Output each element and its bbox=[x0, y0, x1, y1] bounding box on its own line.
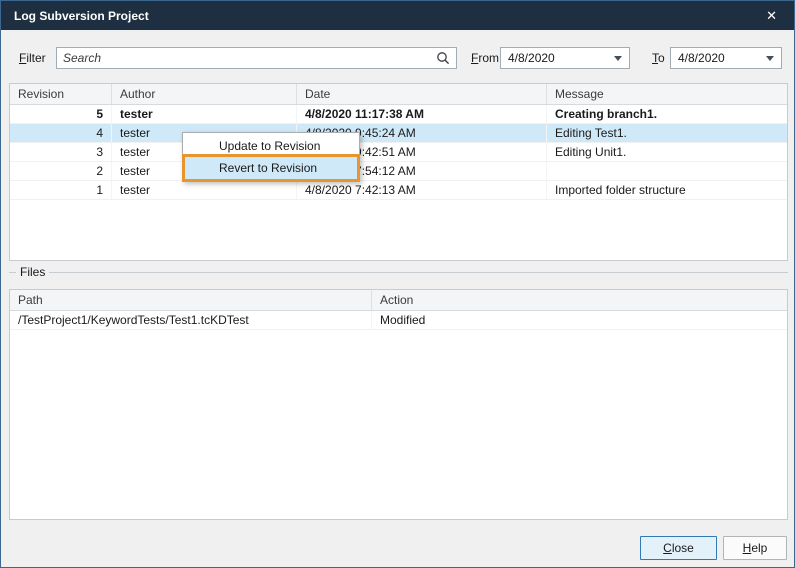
cell-message: Imported folder structure bbox=[547, 181, 787, 199]
filter-label: Filter bbox=[19, 47, 46, 69]
to-date-value: 4/8/2020 bbox=[678, 51, 766, 65]
cell-date: 4/8/2020 11:17:38 AM bbox=[297, 105, 547, 123]
cell-author: tester bbox=[112, 181, 297, 199]
from-date-value: 4/8/2020 bbox=[508, 51, 614, 65]
dropdown-arrow-icon bbox=[614, 56, 622, 61]
from-date-dropdown[interactable]: 4/8/2020 bbox=[500, 47, 630, 69]
column-header-message[interactable]: Message bbox=[547, 84, 787, 104]
cell-revision: 1 bbox=[10, 181, 112, 199]
log-subversion-dialog: Log Subversion Project ✕ Filter From 4/8… bbox=[0, 0, 795, 568]
to-date-dropdown[interactable]: 4/8/2020 bbox=[670, 47, 782, 69]
close-button[interactable]: Close bbox=[640, 536, 717, 560]
help-button[interactable]: Help bbox=[723, 536, 787, 560]
cell-message: Editing Test1. bbox=[547, 124, 787, 142]
search-box[interactable] bbox=[56, 47, 457, 69]
search-icon[interactable] bbox=[436, 51, 450, 65]
files-table-header: Path Action bbox=[10, 290, 787, 311]
menu-item-update-to-revision[interactable]: Update to Revision bbox=[185, 135, 357, 157]
window-title: Log Subversion Project bbox=[14, 9, 762, 23]
cell-revision: 3 bbox=[10, 143, 112, 161]
table-row[interactable]: 5 tester 4/8/2020 11:17:38 AM Creating b… bbox=[10, 105, 787, 124]
titlebar[interactable]: Log Subversion Project ✕ bbox=[1, 1, 794, 30]
cell-action: Modified bbox=[372, 311, 787, 329]
files-group-label: Files bbox=[16, 265, 49, 279]
files-groupbox-line bbox=[9, 272, 788, 273]
close-button-label: Close bbox=[663, 538, 694, 559]
revision-table-header: Revision Author Date Message bbox=[10, 84, 787, 105]
cell-message: Creating branch1. bbox=[547, 105, 787, 123]
cell-message: Editing Unit1. bbox=[547, 143, 787, 161]
close-icon[interactable]: ✕ bbox=[762, 7, 781, 25]
files-table: Path Action /TestProject1/KeywordTests/T… bbox=[9, 289, 788, 520]
help-button-label: Help bbox=[743, 538, 768, 559]
revision-table: Revision Author Date Message 5 tester 4/… bbox=[9, 83, 788, 261]
from-label: From bbox=[471, 47, 499, 69]
cell-revision: 2 bbox=[10, 162, 112, 180]
column-header-author[interactable]: Author bbox=[112, 84, 297, 104]
column-header-revision[interactable]: Revision bbox=[10, 84, 112, 104]
table-row[interactable]: 2 tester 4/8/2020 7:54:12 AM bbox=[10, 162, 787, 181]
column-header-action[interactable]: Action bbox=[372, 290, 787, 310]
cell-message bbox=[547, 162, 787, 180]
table-row[interactable]: 1 tester 4/8/2020 7:42:13 AM Imported fo… bbox=[10, 181, 787, 200]
table-row-selected[interactable]: 4 tester 4/8/2020 9:45:24 AM Editing Tes… bbox=[10, 124, 787, 143]
menu-item-revert-to-revision[interactable]: Revert to Revision bbox=[185, 157, 357, 179]
search-input[interactable] bbox=[57, 51, 436, 65]
to-label: To bbox=[652, 47, 665, 69]
dropdown-arrow-icon bbox=[766, 56, 774, 61]
cell-date: 4/8/2020 7:42:13 AM bbox=[297, 181, 547, 199]
context-menu: Update to Revision Revert to Revision bbox=[182, 132, 360, 182]
cell-revision: 4 bbox=[10, 124, 112, 142]
column-header-date[interactable]: Date bbox=[297, 84, 547, 104]
table-row[interactable]: 3 tester 4/8/2020 9:42:51 AM Editing Uni… bbox=[10, 143, 787, 162]
cell-revision: 5 bbox=[10, 105, 112, 123]
cell-path: /TestProject1/KeywordTests/Test1.tcKDTes… bbox=[10, 311, 372, 329]
files-table-row[interactable]: /TestProject1/KeywordTests/Test1.tcKDTes… bbox=[10, 311, 787, 330]
column-header-path[interactable]: Path bbox=[10, 290, 372, 310]
cell-author: tester bbox=[112, 105, 297, 123]
